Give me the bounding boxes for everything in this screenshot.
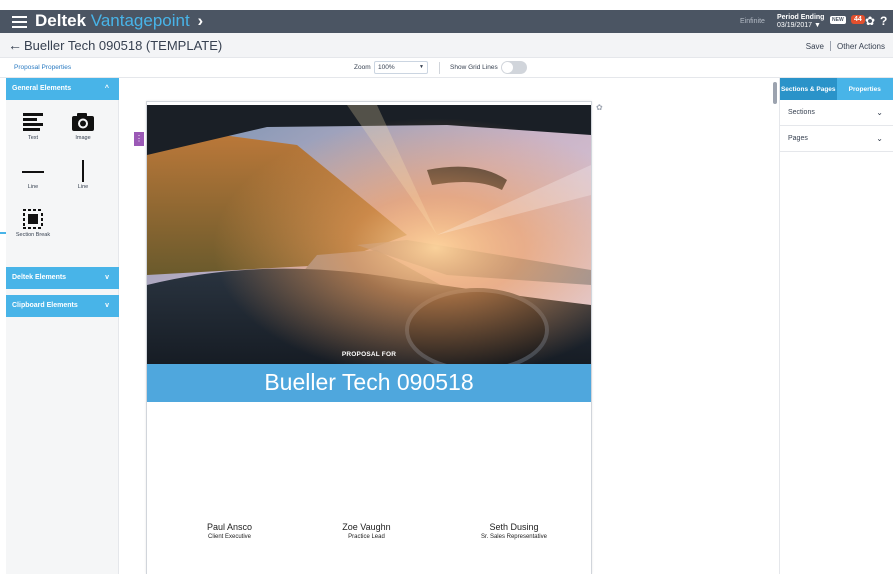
team-member-name: Zoe Vaughn <box>342 522 391 532</box>
team-member[interactable]: Seth Dusing Sr. Sales Representative <box>481 522 547 540</box>
team-member[interactable]: Paul Ansco Client Executive <box>207 522 252 540</box>
vertical-line-element[interactable]: Line <box>63 160 103 190</box>
user-name[interactable]: Einfinite <box>740 10 765 33</box>
toggle-knob <box>502 62 513 73</box>
back-arrow-icon[interactable]: ← <box>8 37 22 53</box>
right-panel-tabs: Sections & Pages Properties <box>780 78 893 100</box>
top-nav-bar: Deltek Vantagepoint › Einfinite Period E… <box>0 10 893 33</box>
cover-banner[interactable]: PROPOSAL FOR Bueller Tech 090518 <box>147 351 591 402</box>
image-element-label: Image <box>75 135 91 141</box>
vertical-line-icon <box>63 160 103 184</box>
section-break-element[interactable]: Section Break <box>13 207 53 239</box>
toolbar-divider <box>439 62 440 74</box>
new-badge[interactable]: NEW <box>830 16 846 24</box>
period-value: 03/19/2017 ▼ <box>777 21 821 29</box>
app-brand[interactable]: Deltek Vantagepoint › <box>35 11 203 31</box>
chevron-down-icon: v <box>105 274 109 281</box>
page-settings-gear-icon[interactable]: ✿ <box>596 103 603 112</box>
text-align-icon <box>13 111 53 135</box>
help-icon[interactable]: ? <box>880 13 887 29</box>
grid-lines-toggle[interactable] <box>501 61 527 74</box>
team-member-name: Seth Dusing <box>489 522 539 532</box>
notification-count-badge[interactable]: 44 <box>851 15 865 24</box>
section-break-icon <box>13 207 53 231</box>
show-grid-lines-label: Show Grid Lines <box>450 64 498 71</box>
sections-accordion[interactable]: Sections ⌄ <box>780 100 893 126</box>
team-member-role: Client Executive <box>208 534 252 540</box>
brand-chevron-icon: › <box>197 11 204 30</box>
image-element[interactable]: Image <box>63 111 103 141</box>
horizontal-line-label: Line <box>27 184 39 190</box>
period-label: Period Ending <box>777 13 825 21</box>
proposal-for-label: PROPOSAL FOR <box>341 351 397 358</box>
chevron-down-icon: ⌄ <box>876 134 883 143</box>
sections-label: Sections <box>788 109 815 116</box>
team-members: Paul Ansco Client Executive Zoe Vaughn P… <box>207 522 547 540</box>
team-member-role: Practice Lead <box>348 534 385 540</box>
section-break-label: Section Break <box>15 232 51 238</box>
hamburger-menu-icon[interactable] <box>12 13 27 28</box>
settings-gear-icon[interactable]: ✿ <box>865 13 875 29</box>
deltek-elements-label: Deltek Elements <box>12 274 67 281</box>
actions-divider <box>829 41 831 51</box>
clipboard-elements-accordion[interactable]: Clipboard Elements v <box>6 295 119 317</box>
vertical-line-label: Line <box>77 184 89 190</box>
horizontal-line-icon <box>13 160 53 184</box>
proposal-page[interactable]: PROPOSAL FOR Bueller Tech 090518 Paul An… <box>146 101 592 574</box>
zoom-label: Zoom <box>354 64 371 71</box>
client-name-heading: Bueller Tech 090518 <box>264 369 474 395</box>
dropdown-arrow-icon: ▼ <box>419 64 424 70</box>
pages-accordion[interactable]: Pages ⌄ <box>780 126 893 152</box>
team-member-name: Paul Ansco <box>207 522 253 532</box>
zoom-value: 100% <box>378 64 395 71</box>
brand-vantagepoint: Vantagepoint <box>90 11 190 30</box>
other-actions-button[interactable]: Other Actions <box>837 42 885 51</box>
clipboard-elements-label: Clipboard Elements <box>12 302 78 309</box>
chevron-down-icon: v <box>105 302 109 309</box>
record-title-bar: ← Bueller Tech 090518 (TEMPLATE) Save Ot… <box>0 33 893 58</box>
cover-image[interactable] <box>147 105 591 365</box>
proposal-properties-link[interactable]: Proposal Properties <box>14 64 71 71</box>
team-member-role: Sr. Sales Representative <box>480 534 547 540</box>
chevron-up-icon: ^ <box>104 85 109 92</box>
title-actions: Save Other Actions <box>806 41 885 51</box>
camera-icon <box>63 111 103 135</box>
pages-label: Pages <box>788 135 808 142</box>
period-ending-selector[interactable]: Period Ending 03/19/2017 ▼ <box>777 10 824 33</box>
team-member[interactable]: Zoe Vaughn Practice Lead <box>342 522 390 540</box>
tab-properties[interactable]: Properties <box>836 78 893 100</box>
canvas-scrollbar[interactable] <box>773 82 777 104</box>
properties-panel: Sections & Pages Properties Sections ⌄ P… <box>779 78 893 574</box>
text-element-label: Text <box>27 135 39 141</box>
tab-sections-pages[interactable]: Sections & Pages <box>780 78 837 100</box>
elements-panel: General Elements ^ Text Image Line Line … <box>6 78 119 574</box>
chevron-down-icon: ⌄ <box>876 108 883 117</box>
element-handle-icon[interactable]: ⋮ <box>134 132 144 146</box>
general-elements-accordion[interactable]: General Elements ^ <box>6 78 119 100</box>
editor-toolbar: Proposal Properties Zoom 100% ▼ Show Gri… <box>0 58 893 78</box>
general-elements-label: General Elements <box>12 85 72 92</box>
text-element[interactable]: Text <box>13 111 53 141</box>
horizontal-line-element[interactable]: Line <box>13 160 53 190</box>
zoom-select[interactable]: 100% ▼ <box>374 61 428 74</box>
save-button[interactable]: Save <box>806 42 824 51</box>
deltek-elements-accordion[interactable]: Deltek Elements v <box>6 267 119 289</box>
page-title: Bueller Tech 090518 (TEMPLATE) <box>24 38 223 53</box>
brand-deltek: Deltek <box>35 11 87 30</box>
